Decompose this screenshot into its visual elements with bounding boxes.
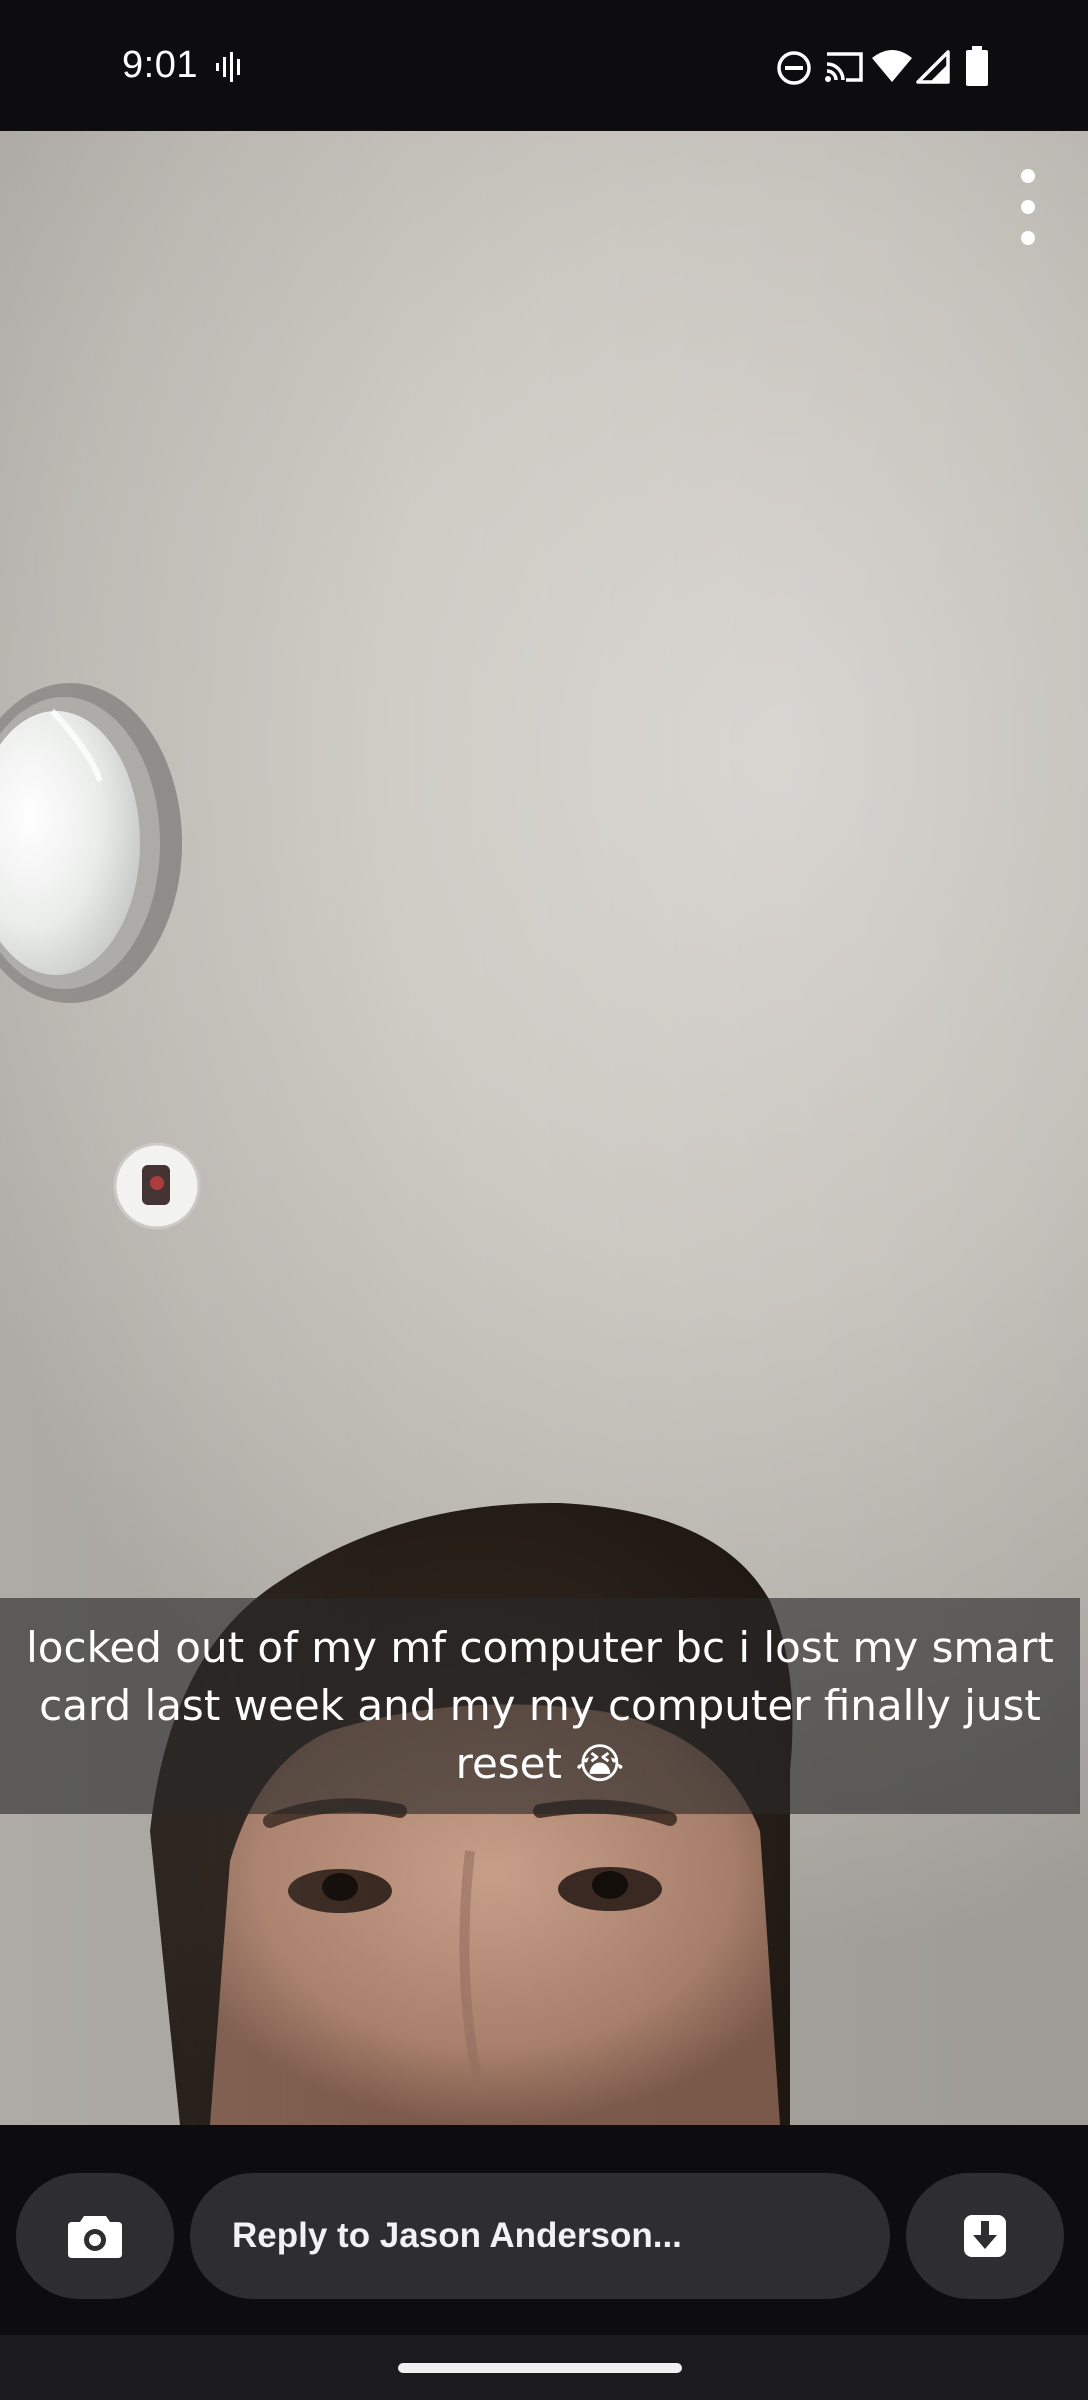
reply-input[interactable] (190, 2173, 890, 2299)
status-bar: 9:01 (0, 0, 1088, 131)
reply-bar (0, 2125, 1088, 2335)
snap-media[interactable]: locked out of my mf computer bc i lost m… (0, 131, 1088, 2125)
snap-caption: locked out of my mf computer bc i lost m… (26, 1623, 1054, 1788)
camera-button[interactable] (16, 2173, 174, 2299)
snap-vignette (0, 131, 1088, 2125)
snap-caption-bar: locked out of my mf computer bc i lost m… (0, 1598, 1080, 1814)
camera-icon (68, 2216, 122, 2258)
more-vertical-icon[interactable] (1008, 169, 1048, 245)
status-time: 9:01 (122, 44, 198, 86)
cell-signal-icon (916, 50, 950, 84)
system-nav-bar (0, 2335, 1088, 2400)
wifi-icon (872, 50, 912, 82)
home-gesture-handle[interactable] (398, 2363, 682, 2373)
save-download-icon (964, 2215, 1006, 2257)
voice-activity-icon (216, 52, 240, 82)
save-button[interactable] (906, 2173, 1064, 2299)
do-not-disturb-icon (777, 51, 811, 85)
cast-icon (825, 52, 863, 82)
battery-icon (966, 46, 988, 86)
